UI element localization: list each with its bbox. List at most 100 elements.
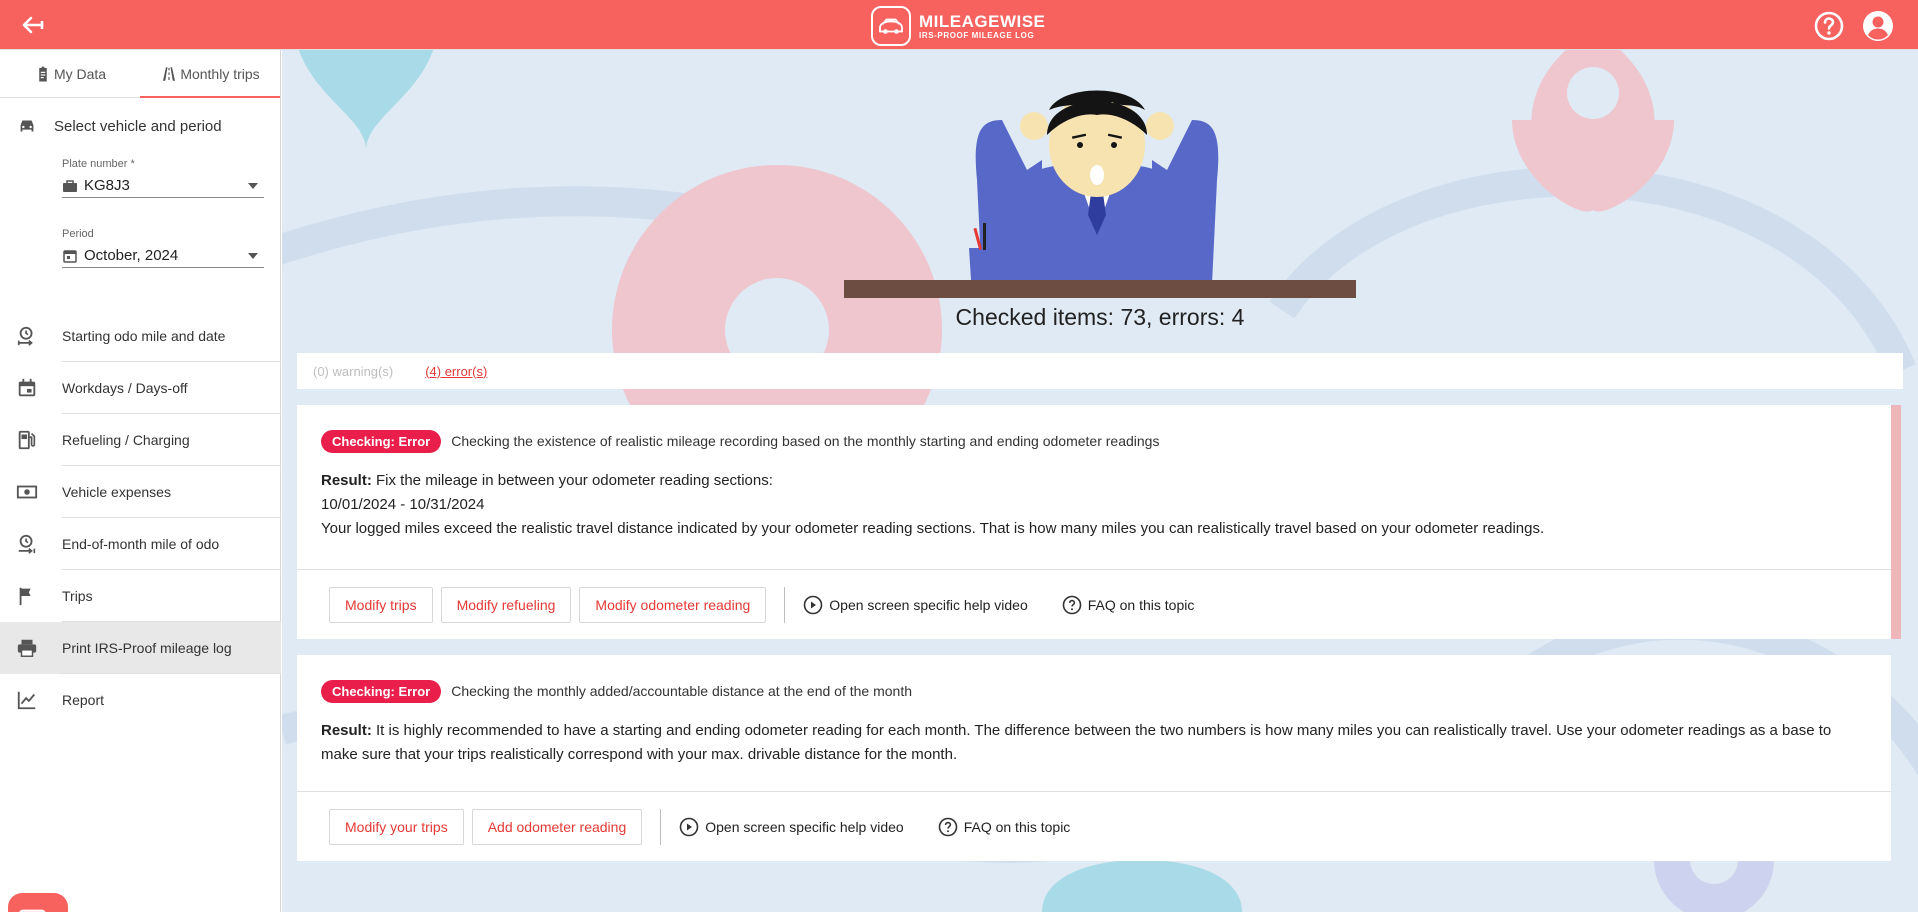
period-select[interactable]: Period October, 2024 (62, 228, 264, 268)
result-text: It is highly recommended to have a start… (321, 722, 1832, 763)
help-circle-outline-icon (938, 817, 958, 836)
calendar-small-icon (63, 249, 77, 263)
period-label: Period (62, 228, 94, 240)
chat-icon (19, 909, 46, 912)
printer-icon (17, 639, 37, 657)
sidebar-item-label: Report (62, 692, 105, 708)
sidebar-item-label: Print IRS-Proof mileage log (62, 622, 281, 674)
vehicle-section-title: Select vehicle and period (54, 117, 222, 135)
play-circle-icon (803, 595, 823, 614)
sidebar-item-vehicle-expenses[interactable]: Vehicle expenses (0, 466, 281, 518)
modify-your-trips-button[interactable]: Modify your trips (329, 808, 464, 845)
plate-number-value-row[interactable]: KG8J3 (62, 174, 264, 198)
sidebar-item-starting-odo[interactable]: Starting odo mile and date (0, 310, 281, 362)
add-odometer-reading-button[interactable]: Add odometer reading (471, 808, 643, 845)
card-actions: Modify trips Modify refueling Modify odo… (297, 569, 1891, 639)
help-video-link[interactable]: Open screen specific help video (679, 817, 904, 837)
tab-my-data[interactable]: My Data (0, 50, 140, 97)
help-circle-outline-icon (1062, 595, 1082, 614)
help-circle-icon[interactable] (1813, 10, 1845, 42)
briefcase-icon (63, 179, 77, 192)
sidebar-item-label: End-of-month mile of odo (62, 518, 281, 570)
sidebar-item-label: Refueling / Charging (62, 414, 281, 466)
chevron-down-icon (248, 182, 258, 189)
sidebar: My Data Monthly trips Select vehicle and… (0, 50, 281, 912)
sidebar-tabs: My Data Monthly trips (0, 50, 280, 98)
status-badge: Checking: Error (321, 429, 442, 453)
sidebar-item-label: Workdays / Days-off (62, 362, 281, 414)
faq-label: FAQ on this topic (1087, 596, 1195, 613)
card-actions: Modify your trips Add odometer reading O… (297, 791, 1891, 861)
account-circle-icon[interactable] (1862, 10, 1894, 42)
sidebar-item-label: Vehicle expenses (62, 466, 281, 518)
modify-refueling-button[interactable]: Modify refueling (440, 586, 572, 623)
road-icon (163, 66, 176, 81)
tab-monthly-trips[interactable]: Monthly trips (140, 50, 280, 98)
scrollbar[interactable] (1891, 405, 1901, 639)
sidebar-item-label: Starting odo mile and date (62, 310, 281, 362)
chat-button[interactable] (8, 893, 68, 912)
issue-filter-bar: (0) warning(s) (4) error(s) (297, 353, 1903, 389)
faq-link[interactable]: FAQ on this topic (938, 817, 1071, 837)
plate-number-value: KG8J3 (84, 177, 130, 194)
result-text: Fix the mileage in between your odometer… (371, 472, 773, 489)
result-date-range: 10/01/2024 - 10/31/2024 (321, 496, 485, 513)
check-title: Checking the monthly added/accountable d… (451, 683, 913, 699)
sidebar-item-refueling[interactable]: Refueling / Charging (0, 414, 281, 466)
modify-trips-button[interactable]: Modify trips (329, 586, 433, 623)
error-card: Checking: Error Checking the monthly add… (297, 655, 1891, 861)
tab-my-data-label: My Data (53, 65, 107, 82)
sidebar-item-end-of-month-odo[interactable]: End-of-month mile of odo (0, 518, 281, 570)
logo-title: MILEAGEWISE (919, 11, 1046, 31)
play-circle-icon (679, 817, 699, 836)
divider (660, 808, 662, 845)
flag-icon (19, 587, 31, 606)
result-label: Result: (321, 722, 372, 739)
warnings-filter[interactable]: (0) warning(s) (313, 364, 393, 379)
modify-odometer-reading-button[interactable]: Modify odometer reading (579, 586, 767, 623)
top-app-bar: MILEAGEWISE IRS-PROOF MILEAGE LOG (0, 0, 1918, 50)
plate-number-label: Plate number * (62, 158, 135, 170)
arrow-left-icon[interactable] (20, 13, 46, 37)
divider (784, 586, 786, 623)
period-value: October, 2024 (84, 247, 179, 264)
vehicle-section-header: Select vehicle and period (0, 98, 280, 154)
sidebar-item-report[interactable]: Report (0, 674, 281, 726)
check-result: Result: It is highly recommended to have… (297, 707, 1891, 767)
odometer-end-icon (18, 534, 36, 554)
check-result: Result: Fix the mileage in between your … (297, 457, 1891, 541)
checked-items-summary: Checked items: 73, errors: 4 (955, 304, 1245, 330)
calendar-icon (18, 378, 36, 397)
faq-link[interactable]: FAQ on this topic (1062, 595, 1195, 615)
chevron-down-icon (248, 252, 258, 259)
car-icon (20, 120, 34, 132)
sidebar-item-label: Trips (62, 570, 281, 622)
sidebar-item-print-log[interactable]: Print IRS-Proof mileage log (0, 622, 281, 674)
car-logo-icon (871, 6, 911, 46)
faq-label: FAQ on this topic (963, 818, 1071, 835)
help-video-label: Open screen specific help video (705, 818, 904, 835)
cash-icon (16, 485, 38, 499)
check-title: Checking the existence of realistic mile… (451, 433, 1160, 449)
fuel-icon (18, 430, 36, 450)
odometer-start-icon (17, 326, 33, 346)
logo-subtitle: IRS-PROOF MILEAGE LOG (919, 30, 1035, 40)
sidebar-nav: Starting odo mile and date Workdays / Da… (0, 310, 281, 726)
desk-illustration (844, 280, 1356, 298)
main-content: Checked items: 73, errors: 4 (0) warning… (282, 50, 1918, 912)
help-video-label: Open screen specific help video (829, 596, 1028, 613)
errors-filter[interactable]: (4) error(s) (425, 364, 487, 379)
result-label: Result: (321, 472, 372, 489)
tab-monthly-trips-label: Monthly trips (180, 65, 260, 82)
chart-line-icon (17, 691, 36, 710)
result-detail: Your logged miles exceed the realistic t… (321, 520, 1545, 537)
app-logo[interactable]: MILEAGEWISE IRS-PROOF MILEAGE LOG (871, 6, 1045, 46)
sidebar-item-trips[interactable]: Trips (0, 570, 281, 622)
plate-number-select[interactable]: Plate number * KG8J3 (62, 158, 264, 198)
clipboard-icon (39, 66, 47, 81)
period-value-row[interactable]: October, 2024 (62, 244, 264, 268)
status-badge: Checking: Error (321, 679, 442, 703)
sidebar-item-workdays[interactable]: Workdays / Days-off (0, 362, 281, 414)
error-card: Checking: Error Checking the existence o… (297, 405, 1891, 639)
help-video-link[interactable]: Open screen specific help video (803, 595, 1028, 615)
